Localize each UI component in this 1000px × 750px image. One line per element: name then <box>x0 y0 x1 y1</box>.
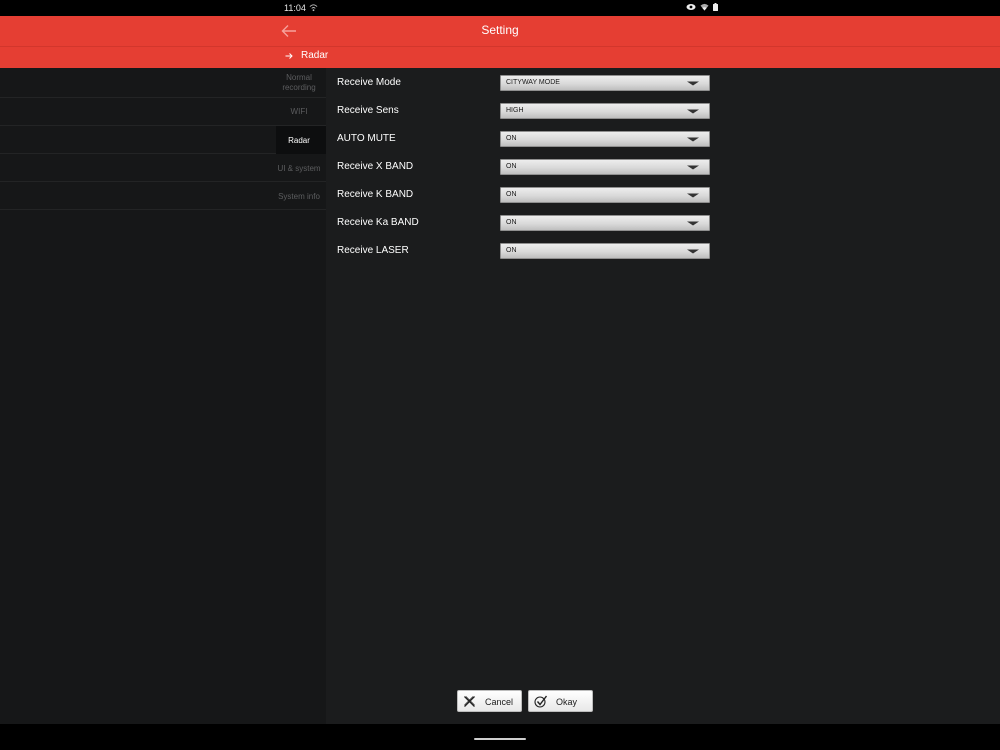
setting-label: AUTO MUTE <box>337 133 396 144</box>
dropdown-value: ON <box>506 135 517 142</box>
receive-sens-select[interactable]: HIGH <box>500 103 710 119</box>
setting-row-receive-sens: Receive Sens HIGH <box>326 97 1000 125</box>
breadcrumb: Radar <box>285 50 328 61</box>
sidebar-item-label: Radar <box>288 136 310 145</box>
sidebar-item-label: UI & system <box>277 164 321 173</box>
dropdown-value: CITYWAY MODE <box>506 79 560 86</box>
okay-button-label: Okay <box>556 697 578 707</box>
receive-laser-select[interactable]: ON <box>500 243 710 259</box>
sidebar-item-wifi[interactable]: WIFI <box>0 98 326 126</box>
setting-label: Receive LASER <box>337 245 409 256</box>
screen: 11:04 Setting Radar Normal recording WIF… <box>0 0 1000 750</box>
status-icons <box>686 3 718 11</box>
dropdown-value: ON <box>506 191 517 198</box>
sidebar-item-ui-system[interactable]: UI & system <box>0 154 326 182</box>
setting-row-receive-ka-band: Receive Ka BAND ON <box>326 209 1000 237</box>
setting-label: Receive Mode <box>337 77 401 88</box>
dropdown-value: ON <box>506 219 517 226</box>
data-sync-icon <box>309 4 318 12</box>
status-time: 11:04 <box>284 3 306 13</box>
header: Setting Radar <box>0 16 1000 68</box>
chevron-down-icon <box>687 109 699 114</box>
setting-row-receive-mode: Receive Mode CITYWAY MODE <box>326 69 1000 97</box>
setting-label: Receive K BAND <box>337 189 414 200</box>
x-icon <box>464 696 475 707</box>
sidebar-item-label: System info <box>278 192 320 201</box>
setting-label: Receive Sens <box>337 105 399 116</box>
sidebar-item-radar[interactable]: Radar <box>0 126 326 154</box>
setting-row-receive-k-band: Receive K BAND ON <box>326 181 1000 209</box>
eye-icon <box>686 4 696 10</box>
sidebar: Normal recording WIFI Radar UI & system … <box>0 68 326 724</box>
setting-label: Receive Ka BAND <box>337 217 419 228</box>
wifi-icon <box>700 3 709 11</box>
cancel-button-label: Cancel <box>485 697 514 707</box>
page-title: Setting <box>481 23 519 37</box>
okay-button[interactable]: Okay <box>528 690 593 712</box>
header-divider <box>0 46 1000 47</box>
chevron-down-icon <box>687 165 699 170</box>
chevron-down-icon <box>687 221 699 226</box>
dropdown-value: ON <box>506 247 517 254</box>
receive-mode-select[interactable]: CITYWAY MODE <box>500 75 710 91</box>
chevron-down-icon <box>687 81 699 86</box>
sidebar-item-label: Normal recording <box>282 73 316 92</box>
setting-label: Receive X BAND <box>337 161 414 172</box>
dropdown-value: ON <box>506 163 517 170</box>
arrow-right-icon <box>285 52 293 59</box>
breadcrumb-label: Radar <box>301 50 329 61</box>
dropdown-value: HIGH <box>506 107 524 114</box>
sidebar-item-system-info[interactable]: System info <box>0 182 326 210</box>
home-handle[interactable] <box>474 738 526 740</box>
battery-icon <box>713 3 718 11</box>
setting-row-receive-laser: Receive LASER ON <box>326 237 1000 265</box>
check-circle-icon <box>534 695 547 708</box>
receive-k-band-select[interactable]: ON <box>500 187 710 203</box>
chevron-down-icon <box>687 249 699 254</box>
receive-x-band-select[interactable]: ON <box>500 159 710 175</box>
settings-panel: Receive Mode CITYWAY MODE Receive Sens H… <box>326 68 1000 724</box>
sidebar-item-normal-recording[interactable]: Normal recording <box>0 68 326 98</box>
auto-mute-select[interactable]: ON <box>500 131 710 147</box>
chevron-down-icon <box>687 193 699 198</box>
chevron-down-icon <box>687 137 699 142</box>
receive-ka-band-select[interactable]: ON <box>500 215 710 231</box>
sidebar-item-label: WIFI <box>290 107 308 116</box>
setting-row-auto-mute: AUTO MUTE ON <box>326 125 1000 153</box>
cancel-button[interactable]: Cancel <box>457 690 522 712</box>
setting-row-receive-x-band: Receive X BAND ON <box>326 153 1000 181</box>
status-bar: 11:04 <box>0 0 1000 16</box>
navigation-bar <box>0 724 1000 750</box>
